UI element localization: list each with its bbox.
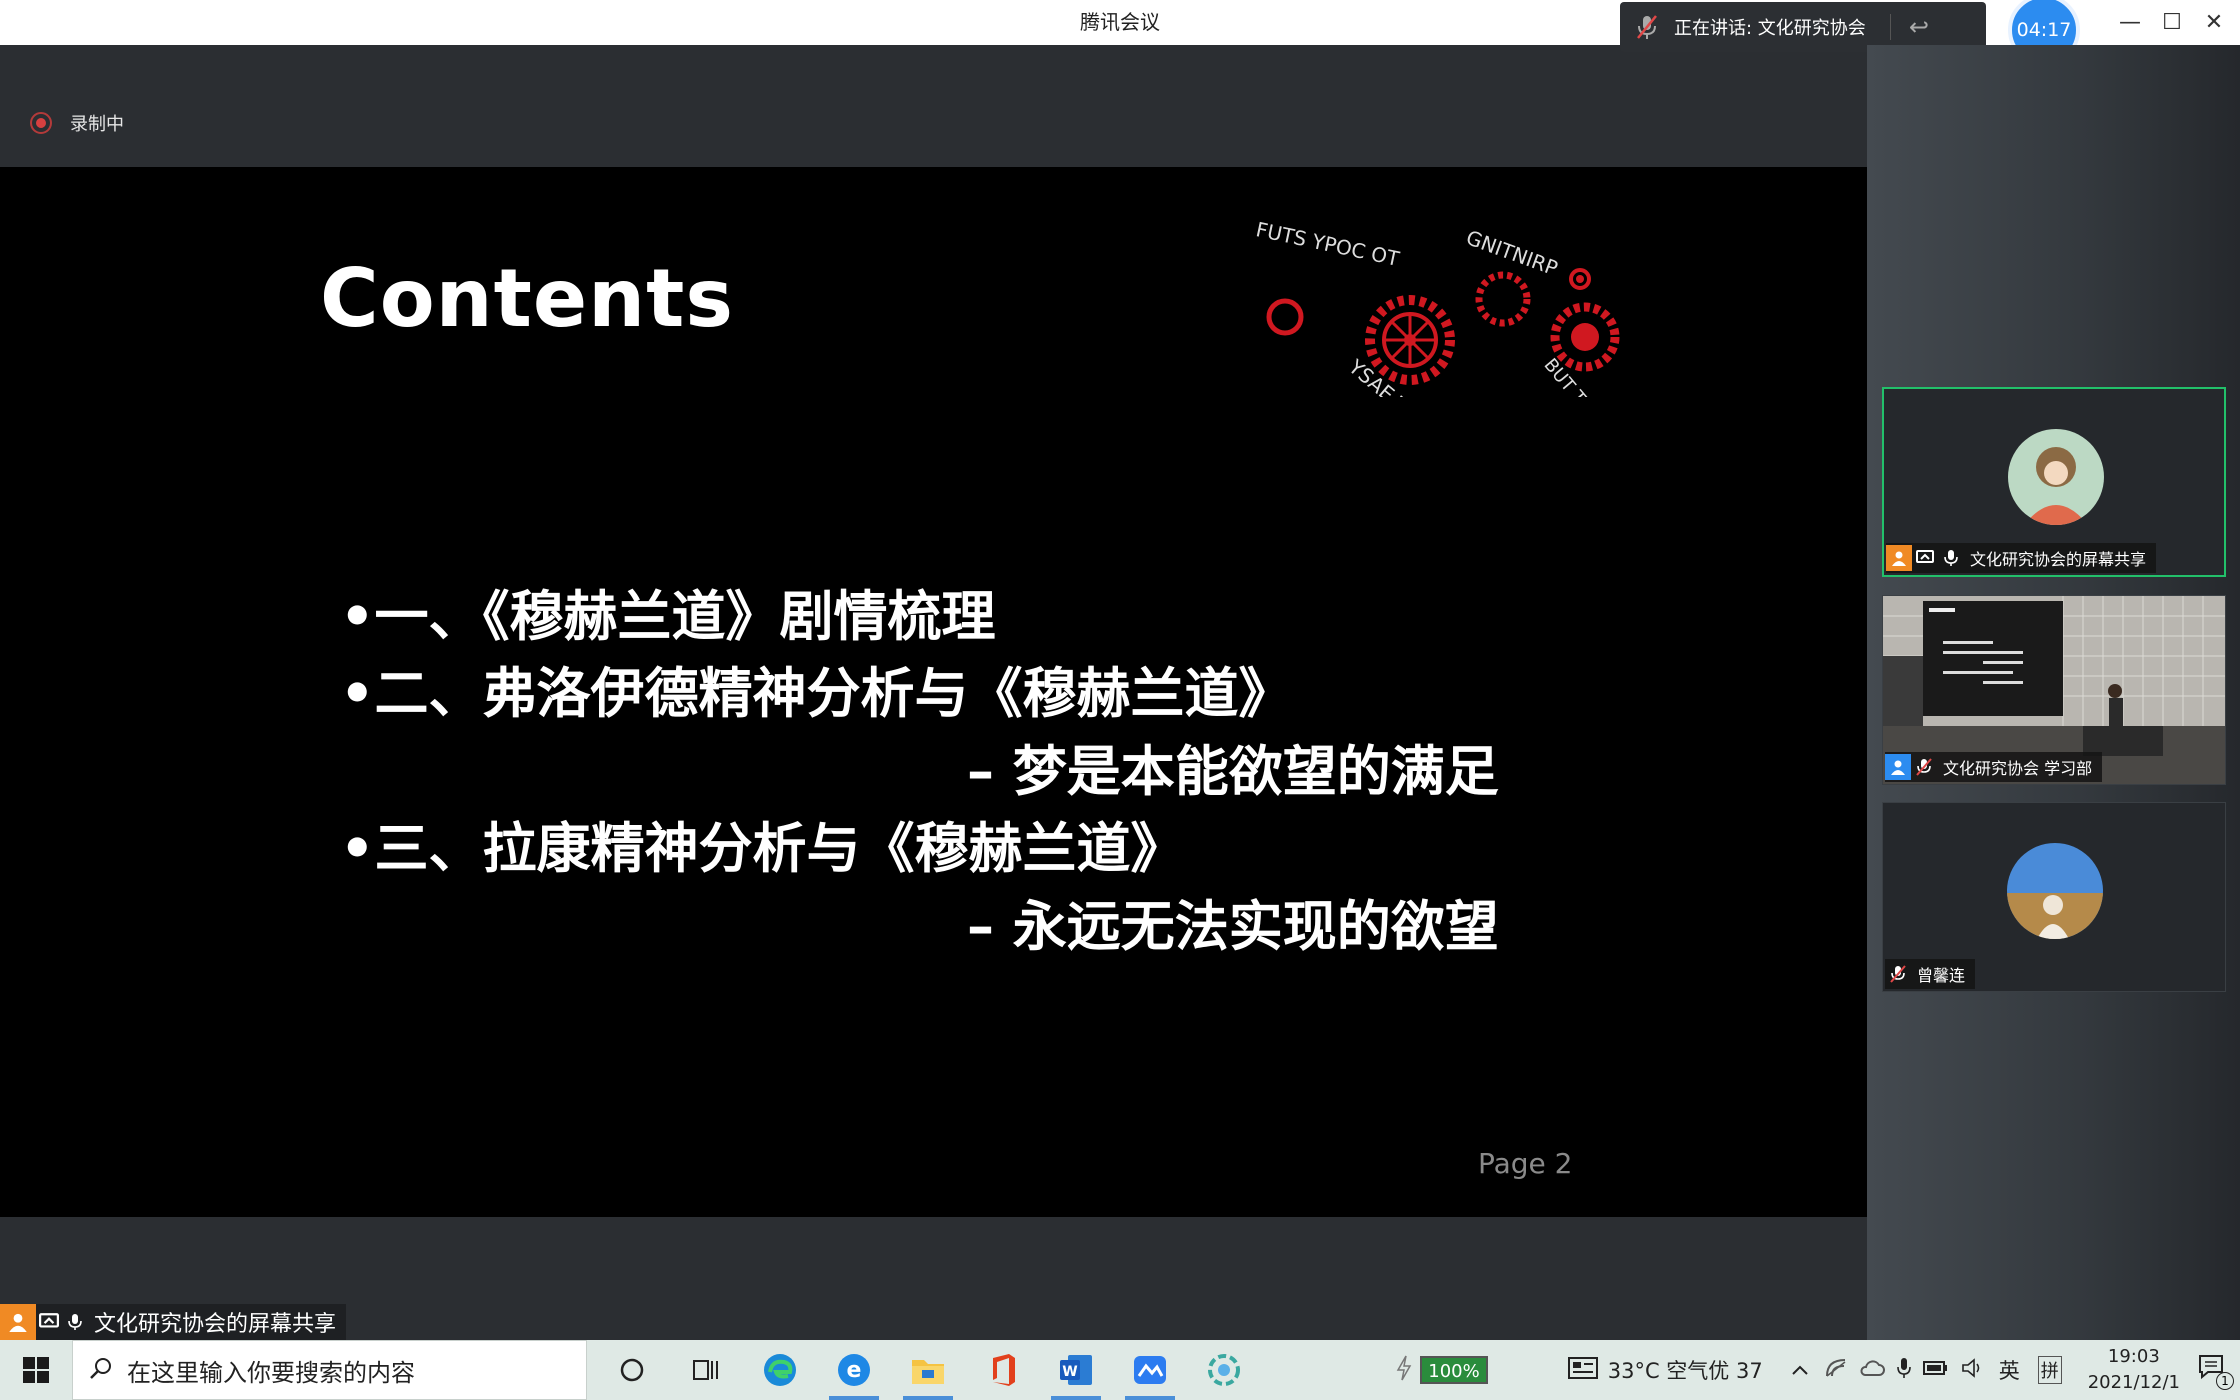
clock[interactable]: 19:03 2021/12/1 [2088,1344,2180,1396]
cloud-icon[interactable] [1859,1359,1885,1381]
participant-label: 文化研究协会的屏幕共享 [1886,543,2157,573]
participant-tile[interactable]: 曾馨连 [1882,802,2226,992]
bullet-item: •三、拉康精神分析与《穆赫兰道》 [340,817,1185,880]
host-icon [1886,545,1912,571]
windows-start-icon[interactable] [0,1340,72,1400]
muted-mic-icon [1885,961,1911,987]
ime-mode-indicator[interactable]: 拼 [2037,1356,2062,1384]
file-explorer-icon[interactable] [891,1340,965,1400]
host-icon [0,1304,36,1340]
ie-browser-icon[interactable]: e [817,1340,891,1400]
mic-icon [1938,545,1964,571]
mic-icon [62,1309,88,1335]
close-button[interactable]: ✕ [2192,0,2236,45]
bullet-subitem: – 永远无法实现的欲望 [967,895,1499,958]
slide-title: Contents [320,252,734,345]
ime-language-indicator[interactable]: 英 [1999,1355,2020,1385]
app-icon[interactable] [1187,1340,1261,1400]
search-icon [89,1356,113,1384]
screen-share-icon [1912,545,1938,571]
screen-share-icon [36,1309,62,1335]
cortana-icon[interactable] [595,1340,669,1400]
microphone-icon[interactable] [1896,1357,1911,1383]
share-label-text: 文化研究协会的屏幕共享 [94,1312,337,1337]
recording-label: 录制中 [70,114,124,135]
clock-time: 19:03 [2107,1346,2160,1367]
muted-mic-icon [1911,754,1937,780]
muted-mic-icon [1620,2,1674,52]
shared-screen-slide: Contents FUTS YPOC OT GNITNIRP BUT THEN … [0,167,1867,1217]
svg-text:GNITNIRP: GNITNIRP [1463,225,1561,280]
participant-tile[interactable]: 文化研究协会 学习部 [1882,595,2226,785]
notification-count: 1 [2216,1372,2234,1390]
clock-date: 2021/12/1 [2087,1372,2180,1393]
bullet-item: •二、弗洛伊德精神分析与《穆赫兰道》 [340,662,1293,725]
tencent-meeting-icon[interactable] [1113,1340,1187,1400]
maximize-button[interactable]: ☐ [2150,0,2194,45]
participant-name: 曾馨连 [1917,966,1966,985]
participant-name: 文化研究协会的屏幕共享 [1970,550,2147,569]
news-widget-icon[interactable] [1567,1356,1598,1384]
search-placeholder: 在这里输入你要搜索的内容 [127,1358,415,1387]
minimize-button[interactable]: — [2108,0,2152,45]
chevron-up-icon[interactable] [1791,1361,1809,1380]
page-number: Page 2 [1478,1147,1573,1180]
weather-text[interactable]: 33°C 空气优 37 [1608,1355,1763,1385]
record-icon [30,112,52,134]
network-icon[interactable] [1825,1358,1847,1382]
office-icon[interactable] [965,1340,1039,1400]
power-icon[interactable] [1396,1355,1412,1385]
avatar [2008,429,2104,525]
taskbar-search-box[interactable]: 在这里输入你要搜索的内容 [72,1340,587,1400]
svg-text:FUTS YPOC OT: FUTS YPOC OT [1254,217,1402,271]
system-tray: 100% 33°C 空气优 37 英 拼 19:03 2021/12/1 1 [1396,1340,2240,1400]
windows-taskbar: 在这里输入你要搜索的内容 e W 100% 33°C 空气优 37 英 拼 19… [0,1340,2240,1400]
participant-tile[interactable]: 文化研究协会的屏幕共享 [1882,387,2226,577]
battery-icon[interactable] [1922,1360,1949,1380]
svg-text:BUT THEN: BUT THEN [1539,355,1614,397]
speaking-label: 正在讲话: 文化研究协会 [1674,18,1866,39]
notification-icon[interactable]: 1 [2198,1354,2234,1390]
participant-name: 文化研究协会 学习部 [1943,759,2093,778]
word-icon[interactable]: W [1039,1340,1113,1400]
screen-share-label: 文化研究协会的屏幕共享 [0,1304,347,1340]
edge-browser-icon[interactable] [743,1340,817,1400]
task-view-icon[interactable] [669,1340,743,1400]
bullet-item: •一、《穆赫兰道》剧情梳理 [340,585,996,648]
participant-icon [1885,754,1911,780]
battery-indicator[interactable]: 100% [1420,1356,1488,1384]
recording-status[interactable]: 录制中 [30,110,124,136]
printing-press-gears-graphic: FUTS YPOC OT GNITNIRP YSAE TI EDAM BUT T… [1254,217,1620,397]
participant-label: 曾馨连 [1885,959,1976,989]
volume-icon[interactable] [1961,1357,1985,1383]
bullet-subitem: – 梦是本能欲望的满足 [967,740,1499,803]
participant-label: 文化研究协会 学习部 [1885,752,2103,782]
avatar [2007,843,2103,939]
svg-text:W: W [1062,1364,1077,1380]
svg-text:e: e [847,1358,862,1383]
